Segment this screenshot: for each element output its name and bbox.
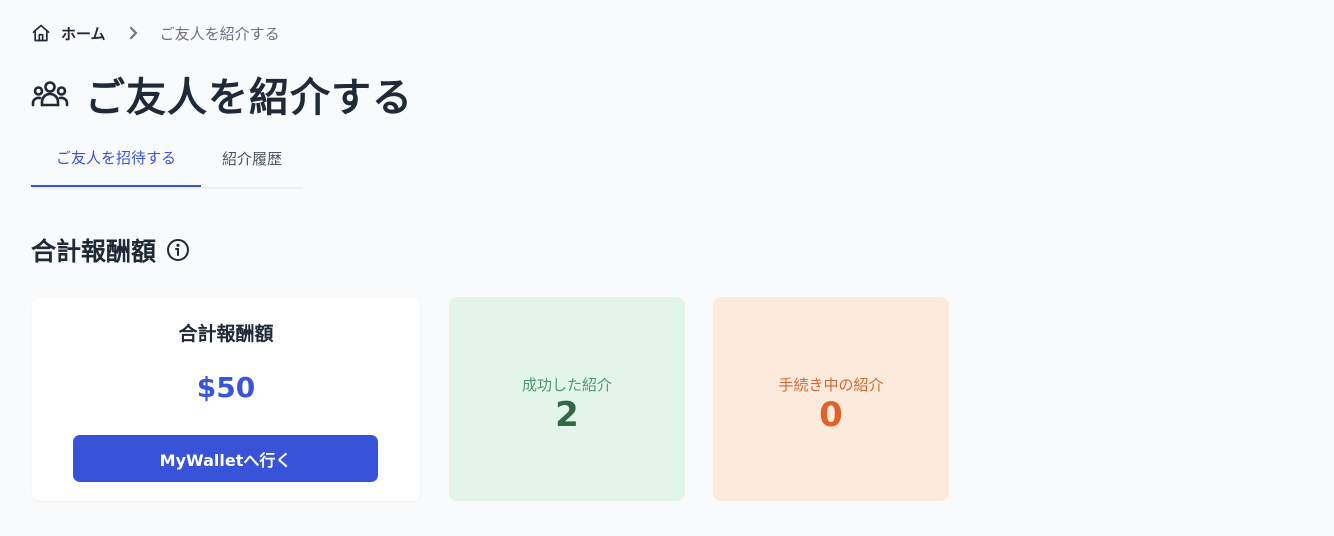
pending-referrals-card: 手続き中の紹介 0 [713,297,949,501]
tab-bar: ご友人を招待する 紹介履歴 [31,132,303,189]
rewards-section-header: 合計報酬額 [31,234,190,266]
breadcrumb: ホーム ご友人を紹介する [31,22,280,44]
tab-referral-history[interactable]: 紹介履歴 [201,132,303,185]
breadcrumb-current: ご友人を紹介する [159,24,280,43]
tab-invite-friends-label: ご友人を招待する [55,149,176,167]
total-rewards-label: 合計報酬額 [178,323,274,345]
breadcrumb-home-label: ホーム [61,24,106,43]
tab-invite-friends[interactable]: ご友人を招待する [31,132,201,187]
referral-page: ホーム ご友人を紹介する ご友人を紹介する ご友人を招待する 紹介履歴 合計報酬… [0,0,1334,536]
page-header: ご友人を紹介する [31,66,413,122]
pending-referrals-count: 0 [819,394,843,435]
total-rewards-amount: $50 [196,371,256,404]
total-rewards-card: 合計報酬額 $50 MyWalletへ行く [32,297,420,501]
go-to-mywallet-button[interactable]: MyWalletへ行く [73,435,378,482]
rewards-section-title: 合計報酬額 [31,237,157,266]
info-circle-icon[interactable] [166,238,190,262]
successful-referrals-count: 2 [555,394,579,435]
breadcrumb-home-link[interactable]: ホーム [31,23,106,44]
successful-referrals-card: 成功した紹介 2 [449,297,685,501]
page-title: ご友人を紹介する [85,75,413,121]
chevron-right-icon [128,26,140,40]
pending-referrals-label: 手続き中の紹介 [778,375,884,394]
users-group-icon [31,81,69,107]
tab-referral-history-label: 紹介履歴 [221,150,282,168]
home-icon [32,24,50,42]
successful-referrals-label: 成功した紹介 [521,375,612,394]
